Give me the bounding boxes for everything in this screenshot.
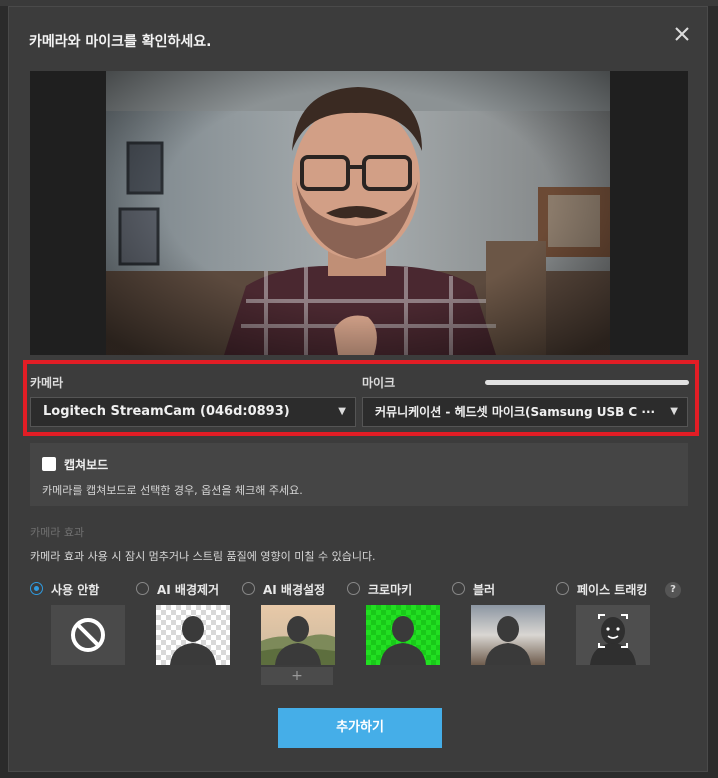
capture-board-label: 캡쳐보드 xyxy=(64,458,109,472)
thumb-blur[interactable] xyxy=(471,605,545,665)
radio-button[interactable] xyxy=(242,582,255,595)
thumb-ai-bg-setting[interactable] xyxy=(261,605,335,665)
camera-preview xyxy=(30,71,688,355)
effect-label: 페이스 트래킹 xyxy=(577,583,648,597)
dropdown-arrow-icon: ▼ xyxy=(670,406,678,417)
effect-label: 블러 xyxy=(473,583,496,597)
camera-effects-title: 카메라 효과 xyxy=(30,526,85,539)
radio-button[interactable] xyxy=(452,582,465,595)
mic-select-value: 커뮤니케이션 - 헤드셋 마이크(Samsung USB C ··· xyxy=(375,405,656,419)
mic-level-meter xyxy=(485,380,689,385)
thumb-ai-bg-removal[interactable] xyxy=(156,605,230,665)
thumb-chroma-key[interactable] xyxy=(366,605,440,665)
mic-label: 마이크 xyxy=(362,376,396,390)
camera-select-value: Logitech StreamCam (046d:0893) xyxy=(43,404,290,419)
face-tracking-icon xyxy=(590,614,636,665)
close-icon[interactable] xyxy=(671,23,693,45)
add-button[interactable]: 추가하기 xyxy=(278,708,442,748)
camera-mic-check-dialog: 카메라와 마이크를 확인하세요. 카메라 마이크 Logitech Stream… xyxy=(8,6,708,772)
radio-button[interactable] xyxy=(556,582,569,595)
capture-board-checkbox[interactable] xyxy=(42,457,56,471)
dialog-title: 카메라와 마이크를 확인하세요. xyxy=(29,34,212,50)
capture-board-panel: 캡쳐보드 카메라를 캡쳐보드로 선택한 경우, 옵션을 체크해 주세요. xyxy=(30,443,688,506)
camera-feed-image xyxy=(106,71,610,355)
capture-board-description: 카메라를 캡쳐보드로 선택한 경우, 옵션을 체크해 주세요. xyxy=(42,484,303,497)
effect-label: 사용 안함 xyxy=(51,583,100,597)
thumb-none[interactable] xyxy=(51,605,125,665)
radio-button[interactable] xyxy=(347,582,360,595)
radio-button[interactable] xyxy=(30,582,43,595)
add-background-button[interactable]: + xyxy=(261,667,333,685)
help-icon[interactable]: ? xyxy=(665,582,681,598)
person-transparent-icon xyxy=(156,605,230,665)
camera-effects-notice: 카메라 효과 사용 시 잠시 멈추거나 스트림 품질에 영향이 미칠 수 있습니… xyxy=(30,550,376,563)
radio-button[interactable] xyxy=(136,582,149,595)
effect-label: AI 배경설정 xyxy=(263,583,326,597)
person-landscape-icon xyxy=(261,605,335,665)
effect-label: AI 배경제거 xyxy=(157,583,220,597)
thumb-face-tracking[interactable] xyxy=(576,605,650,665)
prohibited-icon xyxy=(71,618,105,652)
camera-select[interactable]: Logitech StreamCam (046d:0893) ▼ xyxy=(30,397,356,427)
person-blur-icon xyxy=(471,605,545,665)
mic-select[interactable]: 커뮤니케이션 - 헤드셋 마이크(Samsung USB C ··· ▼ xyxy=(362,397,688,427)
effect-label: 크로마키 xyxy=(368,583,413,597)
dropdown-arrow-icon: ▼ xyxy=(338,406,346,417)
camera-label: 카메라 xyxy=(30,376,64,390)
person-green-icon xyxy=(366,605,440,665)
